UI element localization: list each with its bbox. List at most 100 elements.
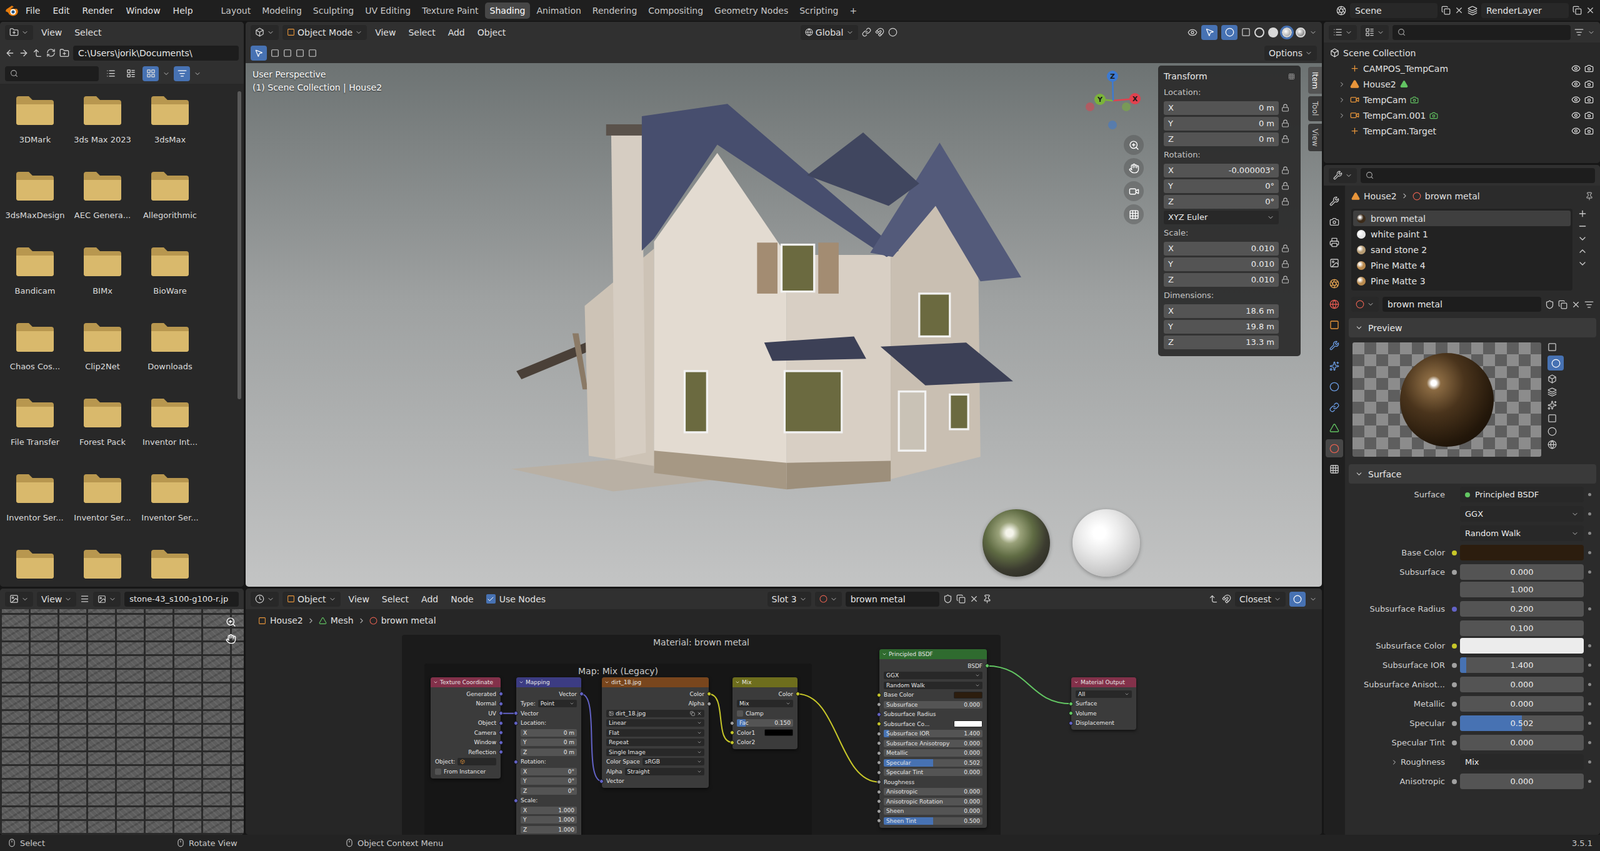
menu-item[interactable]: Render (76, 3, 120, 19)
parent-node-tree-icon[interactable] (1208, 594, 1219, 604)
node-socket[interactable] (1068, 711, 1074, 716)
material-name-field[interactable]: brown metal (1382, 296, 1542, 312)
snap-mode-dropdown[interactable]: Closest (1235, 591, 1286, 607)
scene-icon[interactable] (1336, 5, 1347, 16)
select-mode-icon[interactable] (295, 48, 305, 58)
close-icon[interactable] (1585, 5, 1595, 15)
overlay-toggle[interactable] (1221, 25, 1238, 40)
socket-dot[interactable] (1451, 663, 1457, 669)
node-socket[interactable] (876, 799, 882, 804)
material-browse-button[interactable] (1351, 296, 1379, 312)
editor-type-button[interactable] (1328, 25, 1357, 40)
number-field[interactable]: Y0 m (1163, 116, 1279, 131)
pan-button[interactable] (1123, 158, 1144, 179)
collapse-icon[interactable] (433, 680, 439, 685)
node-socket[interactable] (876, 721, 882, 727)
render-icon[interactable] (1584, 79, 1594, 89)
pin-icon[interactable] (1585, 191, 1594, 201)
node-socket[interactable] (498, 730, 504, 735)
node[interactable]: Principled BSDFBSDFGGXRandom WalkBase Co… (879, 649, 987, 829)
eye-icon[interactable] (1571, 95, 1581, 105)
dropdown[interactable]: GGX (1460, 506, 1584, 522)
refresh-icon[interactable] (46, 48, 56, 58)
folder-item[interactable]: 3dsMaxDesign (1, 166, 69, 243)
properties-tab[interactable] (1325, 212, 1344, 231)
workspace-tab[interactable]: Compositing (643, 2, 709, 19)
menu-item[interactable]: Node (446, 592, 479, 607)
properties-tab[interactable] (1325, 233, 1344, 252)
node-dropdown[interactable]: Linear (606, 719, 705, 727)
socket-dot[interactable] (1451, 682, 1457, 688)
folder-item[interactable]: AEC Genera... (68, 166, 137, 243)
pin-icon[interactable] (982, 594, 992, 604)
collapse-icon[interactable] (604, 680, 610, 685)
keyframe-dot[interactable] (1588, 760, 1592, 764)
snap-icon[interactable] (875, 27, 885, 37)
properties-tab[interactable] (1325, 398, 1344, 417)
copy-icon[interactable] (1441, 5, 1451, 15)
node-value-field[interactable]: Specular Tint0.000 (883, 768, 983, 777)
outliner-row[interactable]: TempCam.Target (1323, 123, 1600, 139)
breadcrumb-item[interactable]: brown metal (1425, 191, 1480, 202)
node-socket[interactable] (498, 691, 504, 697)
node-socket[interactable] (498, 721, 504, 726)
chevron-down-icon[interactable] (1309, 595, 1317, 604)
properties-tab[interactable] (1325, 356, 1344, 375)
outliner-row[interactable]: House2 (1323, 76, 1600, 92)
number-field[interactable]: X0 m (1163, 101, 1279, 115)
checkbox[interactable] (486, 594, 496, 604)
preview-shaderball-icon[interactable] (1547, 400, 1557, 410)
chevron-down-icon[interactable] (1587, 28, 1595, 37)
display-mode-button[interactable] (122, 66, 139, 82)
number-field[interactable]: Z0 m (1163, 132, 1279, 147)
keyframe-dot[interactable] (1588, 683, 1592, 687)
render-icon[interactable] (1584, 126, 1594, 136)
node-value-field[interactable]: Subsurface0.000 (883, 701, 983, 709)
folder-item[interactable]: Inventor Ser... (68, 469, 137, 545)
number-field[interactable]: 0.000 (1460, 564, 1584, 580)
node-dropdown[interactable]: Point (538, 700, 577, 708)
hand-icon[interactable] (225, 633, 237, 645)
snap-icon[interactable] (1221, 594, 1232, 604)
node[interactable]: Texture CoordinateGeneratedNormalUVObjec… (430, 677, 501, 779)
close-icon[interactable] (1571, 300, 1581, 310)
forward-icon[interactable] (18, 48, 29, 59)
filter-icon[interactable] (1574, 27, 1584, 37)
collapse-icon[interactable] (881, 651, 887, 657)
workspace-tab[interactable]: Rendering (587, 2, 643, 19)
remove-slot-icon[interactable] (1577, 221, 1588, 232)
node[interactable]: MappingVectorType:PointVectorLocation:X0… (516, 677, 582, 835)
eye-icon[interactable] (1571, 63, 1581, 74)
copy-icon[interactable] (1572, 5, 1582, 15)
number-field[interactable]: X-0.000003° (1163, 163, 1279, 178)
preview-fluid-icon[interactable] (1547, 426, 1557, 437)
node-socket[interactable] (498, 750, 504, 755)
folder-item[interactable] (1, 545, 69, 587)
workspace-tab[interactable]: Geometry Nodes (709, 2, 794, 19)
node-socket[interactable] (513, 711, 519, 716)
number-field[interactable]: 0.000 (1460, 676, 1584, 693)
node-socket[interactable] (513, 798, 519, 804)
keyframe-dot[interactable] (1588, 741, 1592, 745)
node-socket[interactable] (876, 712, 882, 717)
shading-mode-button[interactable] (1295, 27, 1306, 38)
node-dropdown[interactable]: Single Image (606, 748, 705, 757)
number-field[interactable]: Z13.3 m (1163, 335, 1279, 350)
dropdown[interactable]: Random Walk (1460, 525, 1584, 542)
overlay-toggle[interactable] (1289, 591, 1306, 607)
node-socket[interactable] (730, 730, 735, 735)
properties-tab[interactable] (1325, 460, 1344, 479)
select-tool-button[interactable] (250, 45, 267, 61)
folder-item[interactable]: BIMx (68, 242, 137, 319)
shading-mode-button[interactable] (1268, 27, 1279, 38)
socket-dot[interactable] (1451, 721, 1457, 727)
number-field[interactable]: Y19.8 m (1163, 320, 1279, 334)
node-socket[interactable] (498, 701, 504, 707)
node-value-field[interactable]: Fac0.150 (736, 719, 794, 727)
folder-item[interactable]: Clip2Net (68, 318, 137, 394)
node-canvas[interactable]: House2Meshbrown metalMaterial: brown met… (245, 609, 1322, 835)
blender-logo-icon[interactable] (5, 4, 19, 17)
close-icon[interactable] (969, 594, 979, 604)
material-name-field[interactable]: brown metal (845, 591, 940, 607)
gizmo-toggle[interactable] (1201, 25, 1218, 40)
